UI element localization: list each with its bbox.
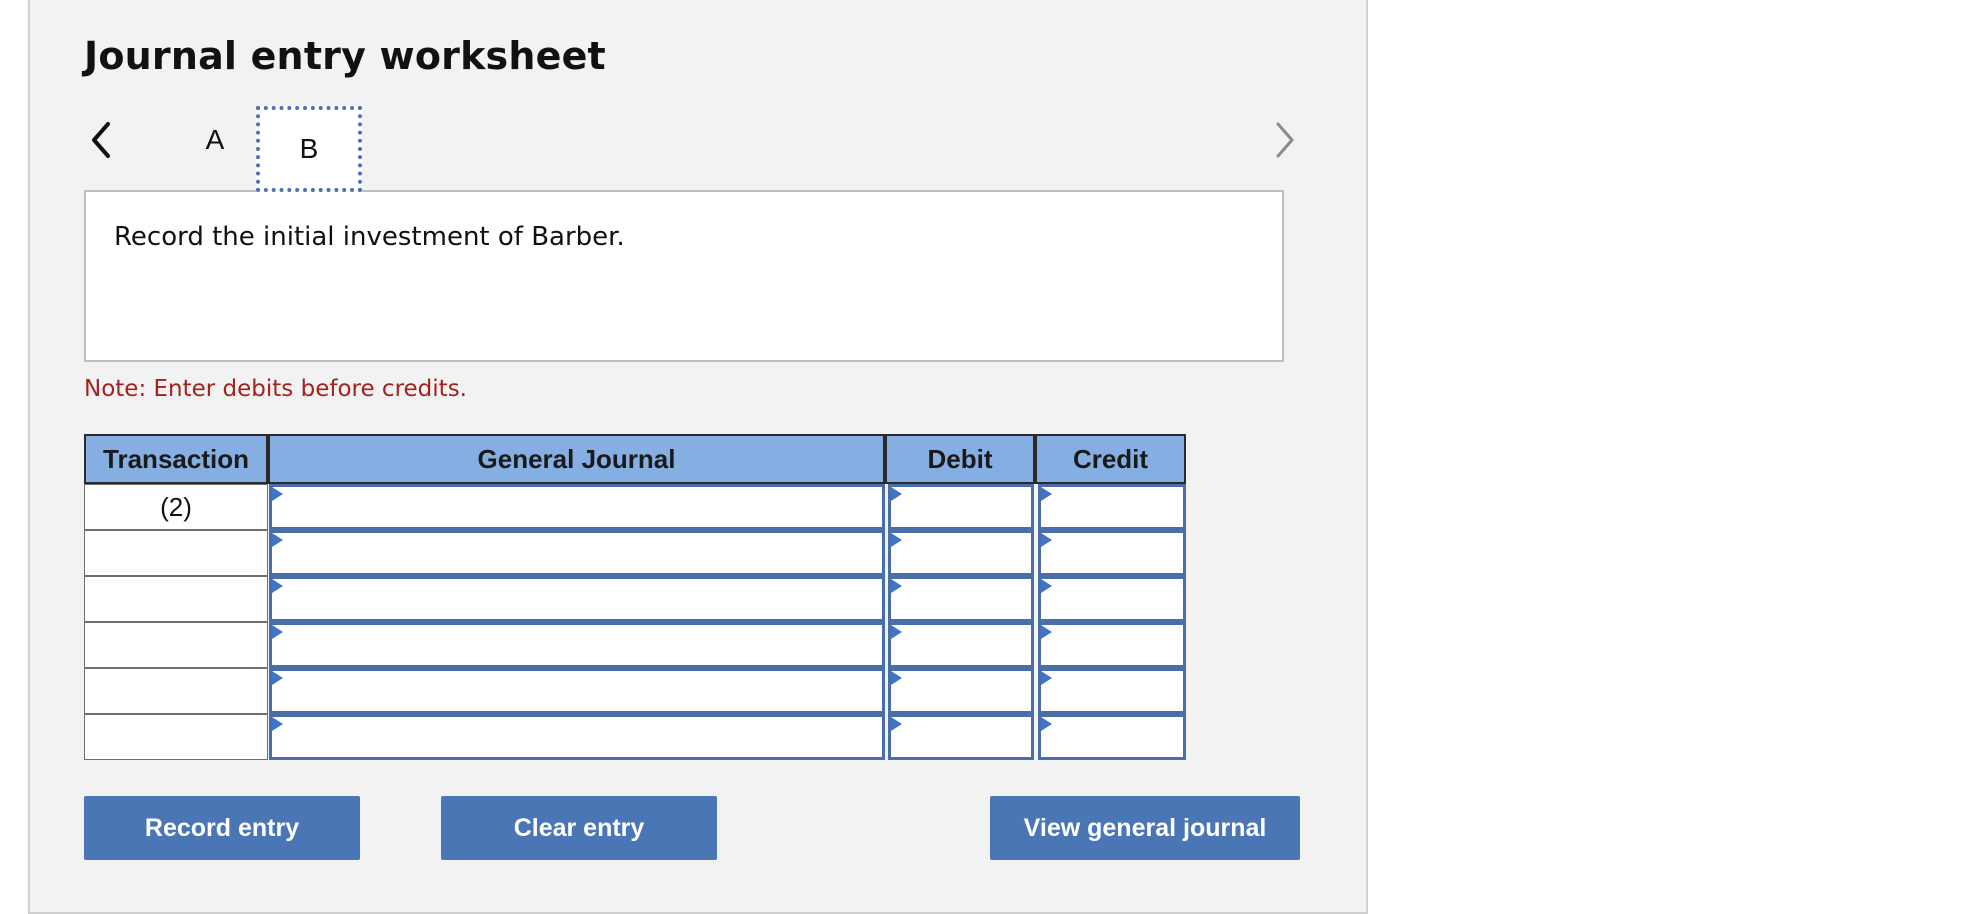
credit-input[interactable] (1038, 622, 1186, 668)
dropdown-triangle-icon (272, 717, 283, 731)
credit-input[interactable] (1038, 714, 1186, 760)
debit-input[interactable] (888, 622, 1034, 668)
record-entry-button[interactable]: Record entry (84, 796, 360, 860)
view-general-journal-button[interactable]: View general journal (990, 796, 1300, 860)
dropdown-triangle-icon (891, 625, 902, 639)
dropdown-triangle-icon (891, 533, 902, 547)
account-input[interactable] (269, 576, 885, 622)
credit-input[interactable] (1038, 668, 1186, 714)
account-input[interactable] (269, 530, 885, 576)
transaction-cell: (2) (84, 484, 268, 530)
account-input[interactable] (269, 714, 885, 760)
debit-input[interactable] (888, 530, 1034, 576)
credit-input[interactable] (1038, 576, 1186, 622)
debit-input[interactable] (888, 714, 1034, 760)
journal-table: Transaction General Journal Debit Credit… (84, 434, 1186, 762)
page-title: Journal entry worksheet (84, 34, 606, 78)
account-input[interactable] (269, 622, 885, 668)
transaction-cell (84, 530, 268, 576)
dropdown-triangle-icon (272, 579, 283, 593)
dropdown-triangle-icon (1041, 625, 1052, 639)
prompt-text: Record the initial investment of Barber. (114, 222, 625, 252)
clear-entry-button[interactable]: Clear entry (441, 796, 717, 860)
transaction-cell (84, 668, 268, 714)
dropdown-triangle-icon (1041, 579, 1052, 593)
credit-input[interactable] (1038, 530, 1186, 576)
dropdown-triangle-icon (1041, 487, 1052, 501)
header-transaction: Transaction (84, 434, 268, 484)
debit-input[interactable] (888, 668, 1034, 714)
tab-b[interactable]: B (256, 106, 362, 192)
dropdown-triangle-icon (272, 625, 283, 639)
debit-input[interactable] (888, 576, 1034, 622)
account-input[interactable] (269, 668, 885, 714)
previous-button[interactable] (86, 118, 116, 162)
dropdown-triangle-icon (1041, 671, 1052, 685)
dropdown-triangle-icon (891, 671, 902, 685)
dropdown-triangle-icon (891, 579, 902, 593)
note-text: Note: Enter debits before credits. (84, 376, 467, 402)
dropdown-triangle-icon (891, 717, 902, 731)
header-credit: Credit (1035, 434, 1186, 484)
dropdown-triangle-icon (1041, 533, 1052, 547)
prompt-box: Record the initial investment of Barber. (84, 190, 1284, 362)
dropdown-triangle-icon (1041, 717, 1052, 731)
transaction-cell (84, 576, 268, 622)
header-general-journal: General Journal (268, 434, 885, 484)
header-debit: Debit (885, 434, 1035, 484)
tab-a[interactable]: A (180, 112, 250, 168)
dropdown-triangle-icon (272, 671, 283, 685)
dropdown-triangle-icon (272, 533, 283, 547)
chevron-right-icon (1276, 122, 1294, 158)
credit-input[interactable] (1038, 484, 1186, 530)
dropdown-triangle-icon (272, 487, 283, 501)
debit-input[interactable] (888, 484, 1034, 530)
next-button[interactable] (1270, 118, 1300, 162)
dropdown-triangle-icon (891, 487, 902, 501)
chevron-left-icon (92, 122, 110, 158)
transaction-cell (84, 714, 268, 760)
transaction-cell (84, 622, 268, 668)
account-input[interactable] (269, 484, 885, 530)
